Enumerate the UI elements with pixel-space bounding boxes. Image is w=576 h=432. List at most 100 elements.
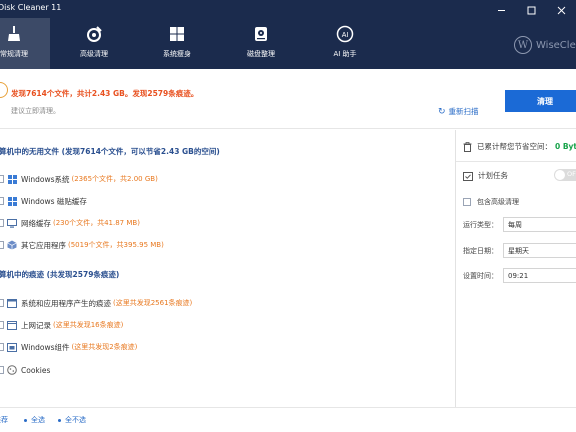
- schedule-label: 计划任务: [478, 171, 508, 180]
- cookie-icon: [7, 365, 17, 375]
- schedule-icon: [463, 171, 473, 181]
- item-name: Windows 磁贴缓存: [21, 196, 87, 206]
- item-checkbox[interactable]: [0, 321, 4, 329]
- summary-main-text: 发现7614个文件，共计2.43 GB。发现2579条痕迹。: [11, 89, 199, 98]
- date-label: 指定日期：: [463, 246, 498, 255]
- app-title: Disk Cleaner 11: [0, 3, 62, 12]
- date-select[interactable]: 星期天: [503, 243, 576, 258]
- refresh-icon: ↻: [438, 106, 446, 117]
- select-none-link[interactable]: 全不选: [58, 415, 86, 425]
- select-all-link[interactable]: 全选: [24, 415, 45, 425]
- item-detail: (5019个文件，共395.95 MB): [68, 241, 164, 249]
- broom-icon: [5, 25, 23, 43]
- brand-text: WiseCle: [536, 39, 576, 51]
- run-type-select[interactable]: 每周: [503, 217, 576, 232]
- toggle-text: OFF: [567, 170, 576, 178]
- item-name: 系统和应用程序产生的痕迹: [21, 298, 111, 308]
- window-controls: [486, 0, 576, 20]
- summary-sub-text: 建议立即清理。: [11, 107, 60, 115]
- tab-advanced-clean[interactable]: 高级清理: [58, 18, 130, 69]
- trash-icon: [463, 141, 472, 152]
- minimize-icon: [497, 9, 505, 11]
- item-checkbox[interactable]: [0, 299, 4, 307]
- advanced-clean-option[interactable]: 包含高级清理: [463, 197, 519, 207]
- close-icon: [557, 6, 565, 14]
- item-checkbox[interactable]: [0, 219, 4, 227]
- list-item[interactable]: 上网记录 (这里共发现16条痕迹): [0, 318, 123, 332]
- tab-label: 高级清理: [80, 50, 108, 58]
- minimize-button[interactable]: [486, 0, 516, 20]
- divider: [456, 161, 576, 162]
- rescan-label: 重新扫描: [448, 107, 479, 116]
- item-checkbox[interactable]: [0, 197, 4, 205]
- run-type-row: 运行类型： 每周: [463, 216, 576, 233]
- tab-ai-assistant[interactable]: AI AI 助手: [309, 18, 381, 69]
- item-checkbox[interactable]: [0, 241, 4, 249]
- select-none-label: 全不选: [65, 416, 86, 424]
- item-detail: (2365个文件，共2.00 GB): [71, 175, 158, 183]
- ai-assistant-icon: AI: [336, 25, 354, 43]
- item-name: Windows组件: [21, 342, 70, 352]
- tab-disk-defrag[interactable]: 磁盘整理: [225, 18, 297, 69]
- windows-component-icon: [7, 342, 17, 352]
- side-panel: 已累计帮您节省空间： 0 Bytes 计划任务 OFF 包含高级清理 运行类型：…: [456, 132, 576, 407]
- svg-text:AI: AI: [342, 32, 349, 39]
- windows-icon: [7, 174, 17, 184]
- windows-icon: [168, 25, 186, 43]
- clean-button[interactable]: 清理: [505, 90, 576, 112]
- select-all-label: 全选: [31, 416, 45, 424]
- advanced-checkbox[interactable]: [463, 198, 471, 206]
- footer-bar: 推荐 全选 全不选: [0, 407, 576, 432]
- app-box-icon: [7, 240, 17, 250]
- list-item[interactable]: Windows系统 (2365个文件，共2.00 GB): [0, 172, 158, 186]
- tab-system-slim[interactable]: 系统瘦身: [141, 18, 213, 69]
- schedule-toggle[interactable]: OFF: [554, 169, 576, 181]
- item-checkbox[interactable]: [0, 366, 4, 374]
- bullet-icon: [24, 418, 27, 422]
- list-item[interactable]: Cookies: [0, 363, 52, 377]
- traces-section-title: 算机中的痕迹 (共发现2579条痕迹): [0, 270, 120, 279]
- maximize-icon: [527, 6, 535, 14]
- tab-label: 常规清理: [0, 50, 28, 58]
- disk-icon: [252, 25, 270, 43]
- junk-section-title: 算机中的无用文件 (发现7614个文件，可以节省2.43 GB的空间): [0, 147, 220, 156]
- run-type-label: 运行类型：: [463, 220, 498, 229]
- bullet-icon: [58, 418, 61, 422]
- system-app-icon: [7, 298, 17, 308]
- savings-row: 已累计帮您节省空间： 0 Bytes: [463, 141, 576, 152]
- app-header: Disk Cleaner 11 常规清理 高级清理 系统瘦身 磁盘整理 AI A…: [0, 0, 576, 69]
- tab-label: 磁盘整理: [247, 50, 275, 58]
- list-item[interactable]: Windows组件 (这里共发现2条痕迹): [0, 340, 137, 354]
- list-item[interactable]: Windows 磁贴缓存: [0, 194, 89, 208]
- item-checkbox[interactable]: [0, 343, 4, 351]
- item-checkbox[interactable]: [0, 175, 4, 183]
- maximize-button[interactable]: [516, 0, 546, 20]
- tab-label: 系统瘦身: [163, 50, 191, 58]
- list-item[interactable]: 网络缓存 (230个文件，共41.87 MB): [0, 216, 140, 230]
- rescan-link[interactable]: ↻ 重新扫描: [438, 106, 479, 117]
- item-name: Windows系统: [21, 174, 70, 184]
- windows-icon: [7, 196, 17, 206]
- brand-mark: W: [514, 36, 532, 54]
- tab-label: AI 助手: [333, 50, 357, 58]
- browser-icon: [7, 320, 17, 330]
- time-row: 设置时间： 09:21: [463, 267, 576, 284]
- item-detail: (230个文件，共41.87 MB): [53, 219, 140, 227]
- advanced-label: 包含高级清理: [477, 198, 519, 206]
- schedule-row: 计划任务: [463, 170, 508, 181]
- brand-logo: W WiseCle: [514, 36, 576, 54]
- recommended-link[interactable]: 推荐: [0, 415, 8, 425]
- close-button[interactable]: [546, 0, 576, 20]
- date-row: 指定日期： 星期天: [463, 242, 576, 259]
- advanced-clean-icon: [85, 25, 103, 43]
- item-detail: (这里共发现16条痕迹): [53, 321, 124, 329]
- results-list: 算机中的无用文件 (发现7614个文件，可以节省2.43 GB的空间) Wind…: [0, 132, 455, 407]
- item-name: 其它应用程序: [21, 240, 66, 250]
- item-detail: (这里共发现2561条痕迹): [113, 299, 193, 307]
- list-item[interactable]: 系统和应用程序产生的痕迹 (这里共发现2561条痕迹): [0, 296, 192, 310]
- tab-regular-clean[interactable]: 常规清理: [0, 18, 50, 69]
- warning-icon: [0, 82, 8, 98]
- item-name: 网络缓存: [21, 218, 51, 228]
- list-item[interactable]: 其它应用程序 (5019个文件，共395.95 MB): [0, 238, 164, 252]
- time-input[interactable]: 09:21: [503, 268, 576, 283]
